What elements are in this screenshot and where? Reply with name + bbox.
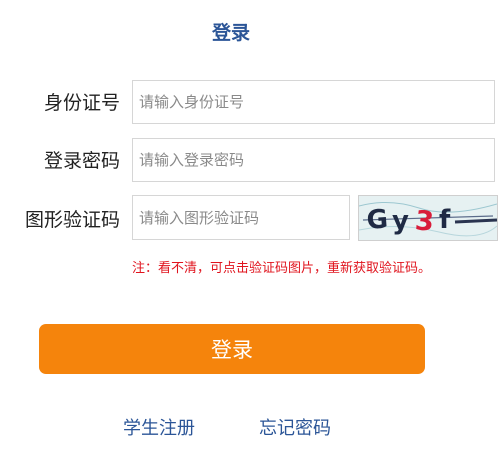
student-register-link[interactable]: 学生注册 [123,414,195,440]
svg-text:y: y [392,206,409,236]
password-label: 登录密码 [43,150,120,172]
captcha-input[interactable] [132,195,350,240]
forgot-password-link[interactable]: 忘记密码 [259,414,331,440]
password-input[interactable] [132,138,495,182]
captcha-hint: 注：看不清，可点击验证码图片，重新获取验证码。 [132,261,432,276]
captcha-label: 图形验证码 [24,209,120,231]
svg-text:f: f [439,205,451,235]
svg-text:3: 3 [414,205,435,238]
captcha-image[interactable]: G y 3 f [358,195,498,241]
id-number-label: 身份证号 [43,92,120,114]
svg-text:G: G [366,204,389,235]
id-number-input[interactable] [132,80,495,124]
login-button[interactable]: 登录 [39,324,425,374]
page-title: 登录 [211,22,250,44]
